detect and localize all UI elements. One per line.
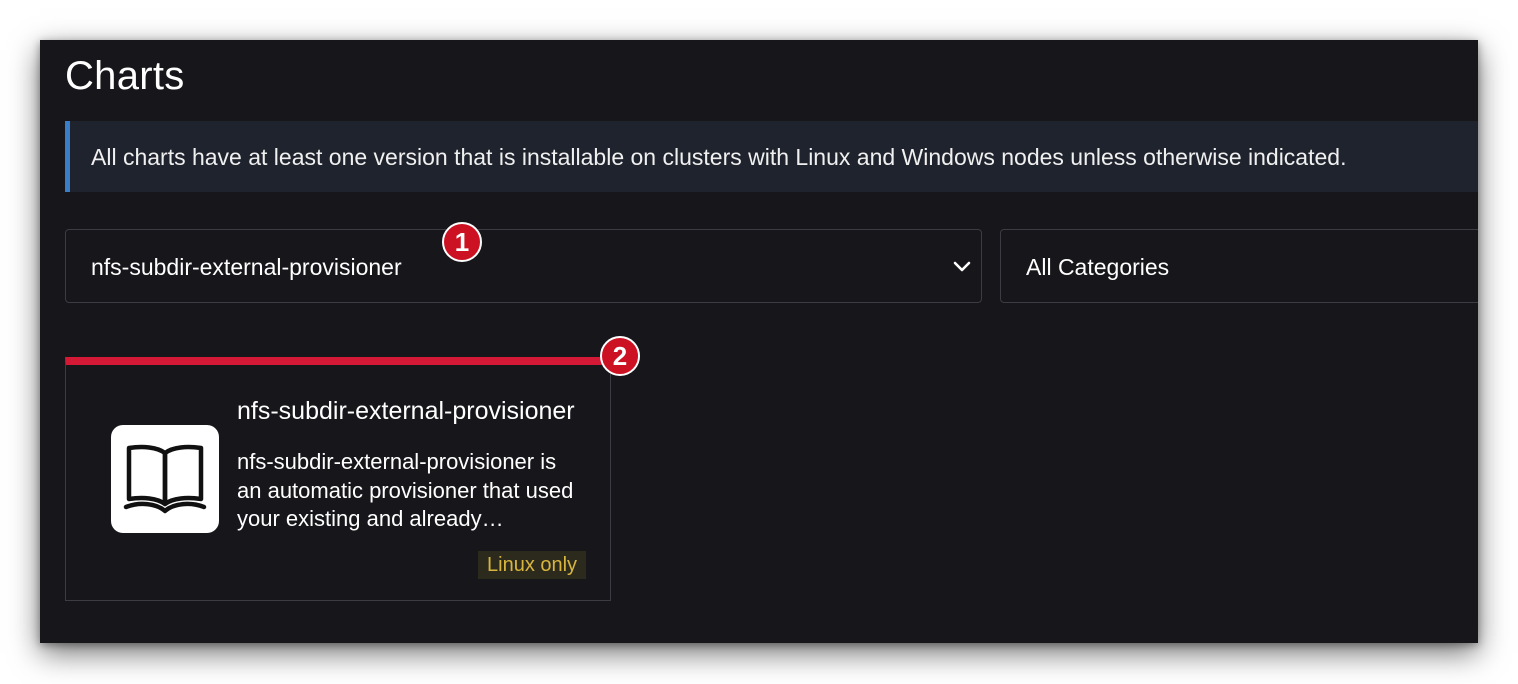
os-badge: Linux only (478, 551, 587, 579)
repo-filter-value: nfs-subdir-external-provisioner (91, 254, 402, 280)
callout-marker-2: 2 (600, 336, 640, 376)
category-filter-select[interactable]: All Categories (1000, 229, 1478, 303)
callout-marker-1: 1 (442, 222, 482, 262)
repo-filter-select[interactable]: nfs-subdir-external-provisioner (65, 229, 982, 303)
info-banner-text: All charts have at least one version tha… (91, 144, 1347, 170)
chart-card[interactable]: nfs-subdir-external-provisioner nfs-subd… (65, 357, 611, 601)
page-title: Charts (65, 54, 185, 98)
chart-logo (111, 425, 219, 533)
book-icon (123, 444, 207, 514)
info-banner: All charts have at least one version tha… (65, 121, 1478, 192)
charts-window: Charts All charts have at least one vers… (40, 40, 1478, 643)
category-filter-value: All Categories (1026, 254, 1170, 280)
chart-title[interactable]: nfs-subdir-external-provisioner (237, 397, 593, 426)
chevron-down-icon[interactable] (951, 256, 973, 278)
chart-description: nfs-subdir-external-provisioner is an au… (237, 449, 574, 531)
